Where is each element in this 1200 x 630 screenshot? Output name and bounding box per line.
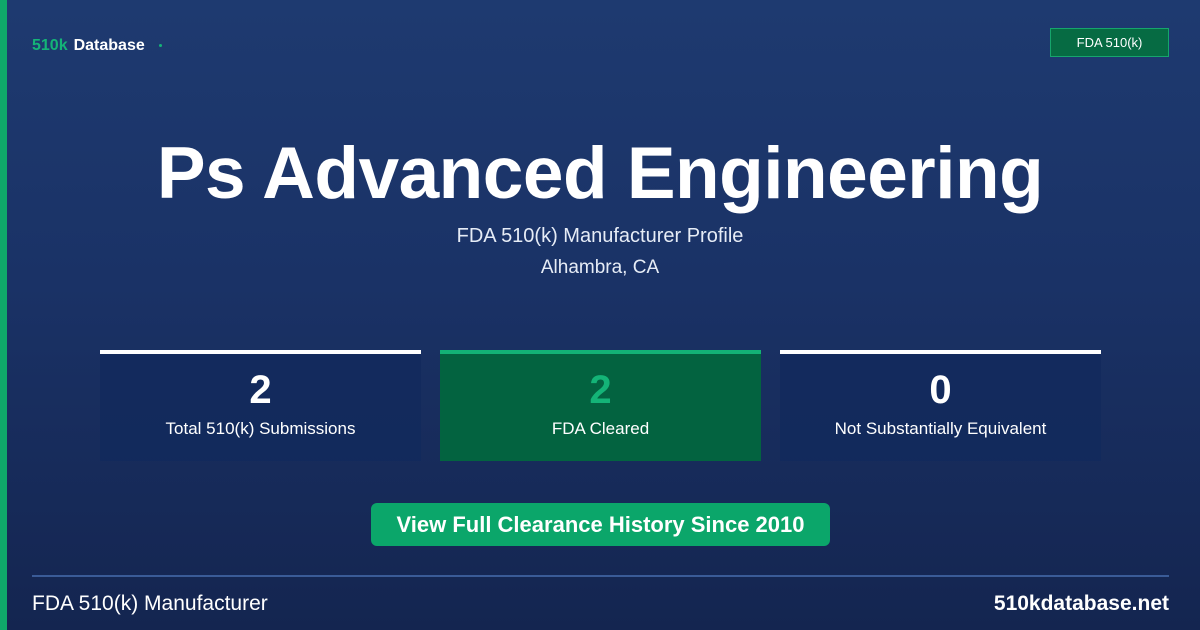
footer-category: FDA 510(k) Manufacturer: [32, 592, 268, 615]
stat-card-not-substantially-equivalent: 0 Not Substantially Equivalent: [780, 350, 1101, 461]
stat-value: 0: [929, 368, 952, 412]
footer-divider: [32, 575, 1169, 577]
left-accent-bar: [0, 0, 7, 630]
stat-card-fda-cleared: 2 FDA Cleared: [440, 350, 761, 461]
footer-site-link[interactable]: 510kdatabase.net: [994, 592, 1169, 616]
stat-label: Not Substantially Equivalent: [834, 419, 1047, 438]
brand-dot-icon: [158, 43, 162, 47]
brand-name-text: Database: [73, 37, 145, 54]
share-card: 510k Database FDA 510(k) Ps Advanced Eng…: [0, 0, 1200, 630]
fda-510k-badge: FDA 510(k): [1050, 28, 1169, 57]
profile-subtitle: FDA 510(k) Manufacturer Profile: [456, 225, 744, 247]
manufacturer-location: Alhambra, CA: [540, 257, 660, 278]
stat-card-total-submissions: 2 Total 510(k) Submissions: [100, 350, 421, 461]
brand-accent-text: 510k: [32, 37, 68, 54]
stat-label: Total 510(k) Submissions: [165, 419, 356, 438]
stat-label: FDA Cleared: [551, 419, 650, 438]
view-clearance-history-button[interactable]: View Full Clearance History Since 2010: [371, 503, 830, 546]
stat-value: 2: [589, 368, 612, 412]
stat-value: 2: [249, 368, 272, 412]
brand-logo[interactable]: 510k Database: [32, 36, 162, 56]
manufacturer-title: Ps Advanced Engineering: [156, 133, 1044, 214]
